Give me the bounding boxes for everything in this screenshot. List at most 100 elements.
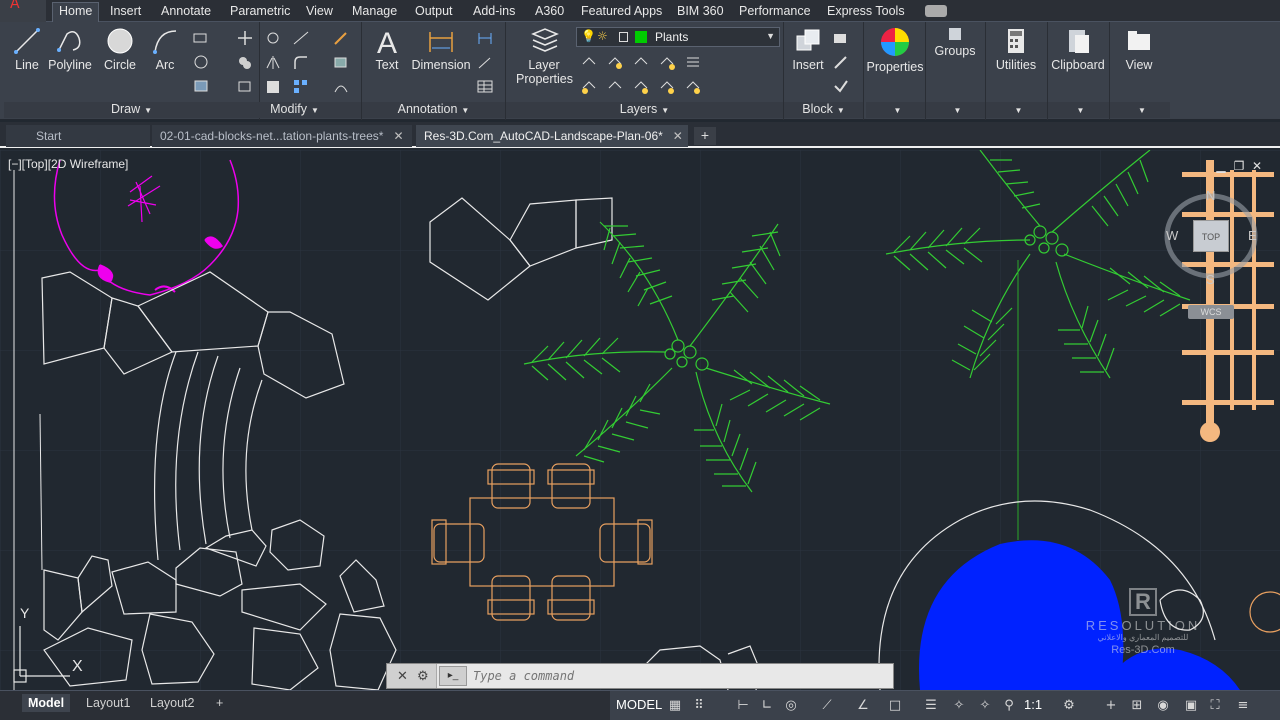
layer-properties-button[interactable]: Layer Properties bbox=[516, 26, 573, 86]
trim-icon[interactable] bbox=[292, 30, 310, 46]
tab-home[interactable]: Home bbox=[52, 2, 100, 22]
fillet-icon[interactable] bbox=[292, 54, 310, 70]
close-icon[interactable]: ✕ bbox=[1248, 159, 1266, 173]
polyline-button[interactable]: Polyline bbox=[48, 26, 92, 72]
text-button[interactable]: A Text bbox=[370, 26, 404, 72]
isodraft-icon[interactable]: ⟋ bbox=[818, 697, 836, 715]
clipboard-button[interactable]: Clipboard bbox=[1048, 26, 1108, 72]
doc-tab-landscape-plan[interactable]: Res-3D.Com_AutoCAD-Landscape-Plan-06* ✕ bbox=[416, 125, 688, 147]
properties-button[interactable]: Properties bbox=[866, 26, 924, 74]
close-icon[interactable]: ✕ bbox=[393, 129, 403, 143]
minimize-icon[interactable]: ▁ bbox=[1212, 159, 1230, 173]
command-input[interactable] bbox=[473, 667, 873, 685]
view-panel-title[interactable]: ▼ bbox=[1110, 102, 1170, 118]
hardware-acceleration-icon[interactable]: ▣ bbox=[1182, 697, 1200, 715]
leader-icon[interactable] bbox=[476, 54, 494, 70]
tab-performance[interactable]: Performance bbox=[733, 3, 817, 19]
customization-icon[interactable]: ≡ bbox=[1234, 697, 1252, 715]
layer-off-icon[interactable] bbox=[580, 54, 598, 70]
viewcube-top-face[interactable]: TOP bbox=[1193, 220, 1229, 252]
layer-dropdown[interactable]: 💡 ☼ Plants ▼ bbox=[576, 27, 780, 47]
application-menu-button[interactable]: A bbox=[0, 0, 46, 22]
object-snap-icon[interactable]: □ bbox=[886, 697, 904, 715]
object-snap-tracking-icon[interactable]: ∠ bbox=[854, 697, 872, 715]
rotate-icon[interactable] bbox=[264, 30, 282, 46]
insert-block-button[interactable]: Insert bbox=[788, 26, 828, 72]
viewcube-north[interactable]: N bbox=[1206, 188, 1215, 203]
viewcube[interactable]: N S E W TOP WCS bbox=[1160, 188, 1260, 319]
clean-screen-icon[interactable]: ⛶ bbox=[1206, 697, 1224, 715]
wcs-menu[interactable]: WCS bbox=[1188, 305, 1234, 319]
viewcube-south[interactable]: S bbox=[1206, 272, 1215, 287]
auto-scale-icon[interactable]: ✧ bbox=[976, 697, 994, 715]
viewcube-west[interactable]: W bbox=[1166, 228, 1178, 243]
tab-layout1[interactable]: Layout1 bbox=[80, 694, 136, 712]
copy-icon[interactable] bbox=[236, 54, 254, 70]
utilities-button[interactable]: Utilities bbox=[986, 26, 1046, 72]
table-icon[interactable] bbox=[476, 78, 494, 94]
tab-manage[interactable]: Manage bbox=[346, 3, 403, 19]
annotation-monitor-icon[interactable]: + bbox=[1102, 697, 1120, 715]
add-layout-button[interactable]: + bbox=[210, 694, 229, 712]
move-icon[interactable] bbox=[236, 30, 254, 46]
tab-addins[interactable]: Add-ins bbox=[467, 3, 521, 19]
viewcube-east[interactable]: E bbox=[1248, 228, 1257, 243]
tab-model[interactable]: Model bbox=[22, 694, 71, 712]
region-icon[interactable] bbox=[192, 78, 210, 94]
layers-panel-title[interactable]: Layers ▼ bbox=[506, 102, 783, 118]
scale-icon[interactable] bbox=[264, 78, 282, 94]
rectangle-icon[interactable] bbox=[192, 30, 210, 46]
clipboard-panel-title[interactable]: ▼ bbox=[1048, 102, 1109, 118]
workspace-gear-icon[interactable]: ⚙ bbox=[1060, 697, 1078, 715]
tab-parametric[interactable]: Parametric bbox=[224, 3, 296, 19]
layer-match-icon[interactable] bbox=[606, 78, 624, 94]
tab-annotate[interactable]: Annotate bbox=[155, 3, 217, 19]
isolate-objects-icon[interactable]: ◉ bbox=[1154, 697, 1172, 715]
lineweight-icon[interactable]: ☰ bbox=[922, 697, 940, 715]
layer-isolate-icon[interactable] bbox=[606, 54, 624, 70]
explode-icon[interactable] bbox=[332, 54, 350, 70]
tab-featured-apps[interactable]: Featured Apps bbox=[575, 3, 668, 19]
groups-button[interactable]: Groups bbox=[926, 26, 984, 58]
utilities-panel-title[interactable]: ▼ bbox=[986, 102, 1047, 118]
layer-unisolate-icon[interactable] bbox=[580, 78, 598, 94]
view-button[interactable]: View bbox=[1110, 26, 1168, 72]
viewport-controls-label[interactable]: [−][Top][2D Wireframe] bbox=[8, 157, 128, 171]
linear-dim-icon[interactable] bbox=[476, 30, 494, 46]
model-space-toggle[interactable]: MODEL bbox=[616, 697, 662, 712]
tab-insert[interactable]: Insert bbox=[104, 3, 147, 19]
ortho-icon[interactable]: ∟ bbox=[758, 697, 776, 715]
mirror-icon[interactable] bbox=[264, 54, 282, 70]
layer-lock-tool-icon[interactable] bbox=[658, 54, 676, 70]
edit-attributes-icon[interactable] bbox=[832, 78, 850, 94]
doc-tab-plants[interactable]: 02-01-cad-blocks-net...tation-plants-tre… bbox=[152, 125, 412, 147]
tab-output[interactable]: Output bbox=[409, 3, 459, 19]
wrench-icon[interactable]: ⚙ bbox=[417, 668, 429, 684]
snap-icon[interactable]: ⠿ bbox=[690, 697, 708, 715]
command-history-button[interactable]: ▸_ bbox=[439, 666, 467, 686]
tab-express-tools[interactable]: Express Tools bbox=[821, 3, 911, 19]
layer-walk-icon[interactable] bbox=[684, 54, 702, 70]
dimension-button[interactable]: Dimension bbox=[410, 26, 472, 72]
tab-bim360[interactable]: BIM 360 bbox=[671, 3, 730, 19]
tab-view[interactable]: View bbox=[300, 3, 339, 19]
polar-icon[interactable]: ◎ bbox=[782, 697, 800, 715]
tab-a360[interactable]: A360 bbox=[529, 3, 570, 19]
edit-block-icon[interactable] bbox=[832, 54, 850, 70]
layer-previous-icon[interactable] bbox=[632, 78, 650, 94]
close-icon[interactable]: ✕ bbox=[673, 129, 683, 143]
grid-icon[interactable]: ▦ bbox=[666, 697, 684, 715]
annotation-scale-value[interactable]: 1:1 bbox=[1024, 697, 1042, 712]
layer-freeze-icon[interactable] bbox=[632, 54, 650, 70]
ribbon-toggle-button[interactable] bbox=[925, 5, 947, 17]
modify-panel-title[interactable]: Modify ▼ bbox=[228, 102, 361, 118]
layer-unlock-icon[interactable] bbox=[684, 78, 702, 94]
erase-icon[interactable] bbox=[332, 30, 350, 46]
annotation-scale-icon[interactable]: ⚲ bbox=[1000, 697, 1018, 715]
groups-panel-title[interactable]: ▼ bbox=[926, 102, 985, 118]
tab-layout2[interactable]: Layout2 bbox=[144, 694, 200, 712]
array-icon[interactable] bbox=[292, 78, 310, 94]
line-button[interactable]: Line bbox=[12, 26, 42, 72]
layer-thaw-all-icon[interactable] bbox=[658, 78, 676, 94]
block-panel-title[interactable]: Block ▼ bbox=[784, 102, 863, 118]
